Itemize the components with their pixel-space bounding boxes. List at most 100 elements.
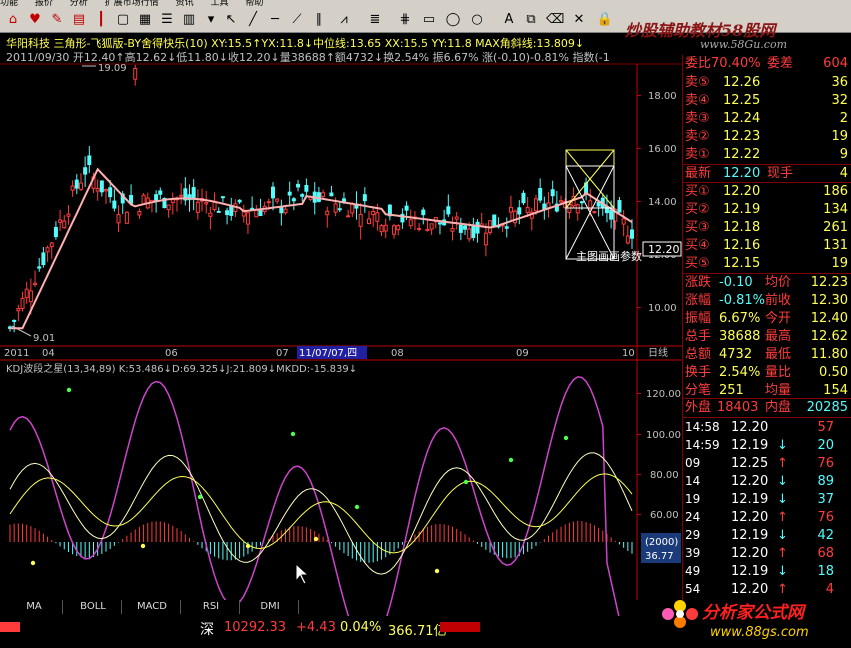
candle-body [437, 222, 442, 225]
candle-body [66, 213, 71, 217]
tab-ma[interactable]: MA [6, 600, 63, 614]
candle-body [621, 218, 626, 225]
ask-row: 卖④ 12.25 32 [685, 93, 848, 108]
outer-inner-row: 外盘 18403 内盘 20285 [685, 400, 848, 415]
stat-row: 振幅 6.67% 今开 12.40 [685, 311, 848, 326]
date-label: 04 [42, 348, 55, 359]
bar-icon[interactable]: ▥ [180, 11, 198, 29]
delete-icon[interactable]: ✕ [570, 11, 588, 29]
down-arrow-icon[interactable]: ▾ [202, 11, 220, 29]
candle-body [617, 200, 622, 213]
site-logo: 分析家公式网 www.88gs.com [650, 592, 850, 642]
ask-row: 卖① 12.22 9 [685, 147, 848, 162]
weibi-label: 委比 [685, 56, 712, 71]
menu-item[interactable]: 功能 [0, 0, 18, 8]
candle-body [237, 199, 242, 203]
stat-row: 总手 38688 最高 12.62 [685, 329, 848, 344]
eraser-icon[interactable]: ⌫ [546, 11, 564, 29]
menu-item[interactable]: 工具 [210, 0, 228, 8]
watermark-url: www.58Gu.com [700, 38, 788, 51]
candle-body [158, 190, 163, 195]
candle-body [254, 209, 259, 218]
candle-body [191, 187, 196, 200]
date-label: 07 [276, 348, 289, 359]
candle-body [533, 198, 538, 212]
date-label: 2011 [4, 348, 29, 359]
menu-bar: 功能 报价 分析 扩展市场行情 资讯 工具 帮助 [0, 0, 851, 8]
tab-boll[interactable]: BOLL [65, 600, 122, 614]
candle-body [179, 194, 184, 197]
period-label: 日线 [648, 346, 668, 359]
text-tool-icon[interactable]: A [500, 11, 518, 29]
line-tool-icon[interactable]: ╱ [244, 11, 262, 29]
status-indicator [0, 622, 20, 632]
index-value: 10292.33 [224, 620, 287, 635]
tab-dmi[interactable]: DMI [242, 600, 299, 614]
candle-body [258, 209, 263, 217]
fan-tool-icon[interactable]: ⩘ [335, 11, 353, 29]
ask-row: 卖⑤ 12.26 36 [685, 75, 848, 90]
candle-body [392, 225, 397, 235]
ask-row: 卖② 12.23 19 [685, 129, 848, 144]
date-label: 10 [622, 348, 635, 359]
stat-row: 总额 4732 最低 11.80 [685, 347, 848, 362]
candle-body [475, 221, 480, 234]
candle-body [133, 68, 138, 80]
signal-dot [508, 457, 514, 463]
candle-body [508, 206, 513, 213]
candle-body [170, 199, 175, 204]
menu-item[interactable]: 扩展市场行情 [105, 0, 159, 8]
candle-body [346, 215, 351, 218]
home-icon[interactable]: ⌂ [4, 11, 22, 29]
tick-row: 29 12.19 ↓ 42 [685, 528, 834, 543]
candle-body [333, 203, 338, 213]
grid-icon[interactable]: ▦ [136, 11, 154, 29]
parallel-tool-icon[interactable]: ∥ [310, 11, 328, 29]
window-icon[interactable]: ▢ [114, 11, 132, 29]
cursor-icon[interactable]: ↖ [222, 11, 240, 29]
signal-dot [463, 479, 469, 485]
weicha-value: 604 [823, 56, 848, 71]
hline-tool-icon[interactable]: ─ [266, 11, 284, 29]
candle-body [95, 187, 100, 192]
candle-body [429, 223, 434, 230]
list-icon[interactable]: ☰ [158, 11, 176, 29]
menu-item[interactable]: 报价 [35, 0, 53, 8]
pencil-icon[interactable]: ✎ [48, 11, 66, 29]
candle-body [141, 194, 146, 205]
candle-body [304, 184, 309, 192]
gann-tool-icon[interactable]: ⋕ [396, 11, 414, 29]
date-label: 09 [516, 348, 529, 359]
signal-dot [140, 543, 146, 549]
favorite-icon[interactable]: ♥ [26, 11, 44, 29]
ray-tool-icon[interactable]: ⟋ [288, 11, 306, 29]
menu-item[interactable]: 帮助 [245, 0, 263, 8]
candlestick-icon[interactable]: ┃ [92, 11, 110, 29]
candle-body [87, 155, 92, 166]
fib-tool-icon[interactable]: ≣ [366, 11, 384, 29]
lock-icon[interactable]: 🔒 [596, 11, 614, 29]
candle-body [542, 203, 547, 210]
candle-body [99, 180, 104, 193]
candle-body [596, 201, 601, 207]
circle-tool-icon[interactable]: ○ [468, 11, 486, 29]
low-label: 9.01 [33, 333, 55, 344]
quote-panel: 委比 70.40% 委差 604 卖⑤ 12.26 36 卖④ 12.25 32 卖③ 1… [682, 55, 851, 615]
candle-body [41, 252, 46, 266]
candle-body [275, 198, 280, 202]
candle-body [396, 225, 401, 231]
copy-tool-icon[interactable]: ⧉ [522, 11, 540, 29]
menu-item[interactable]: 资讯 [176, 0, 194, 8]
candle-body [383, 224, 388, 232]
candle-body [483, 232, 488, 246]
tab-macd[interactable]: MACD [124, 600, 181, 614]
candle-body [266, 201, 271, 204]
menu-item[interactable]: 分析 [70, 0, 88, 8]
rect-tool-icon[interactable]: ▭ [420, 11, 438, 29]
indicator-axis-label: 100.00 [646, 430, 681, 441]
chart-panel[interactable]: 华阳科技 三角形-飞狐版-BY舍得快乐(10) XY:15.5↑YX:11.8↓… [0, 33, 682, 616]
ellipse-tool-icon[interactable]: ◯ [444, 11, 462, 29]
chart-icon[interactable]: ▤ [70, 11, 88, 29]
tick-row: 09 12.25 ↑ 76 [685, 456, 834, 471]
tab-rsi[interactable]: RSI [183, 600, 240, 614]
